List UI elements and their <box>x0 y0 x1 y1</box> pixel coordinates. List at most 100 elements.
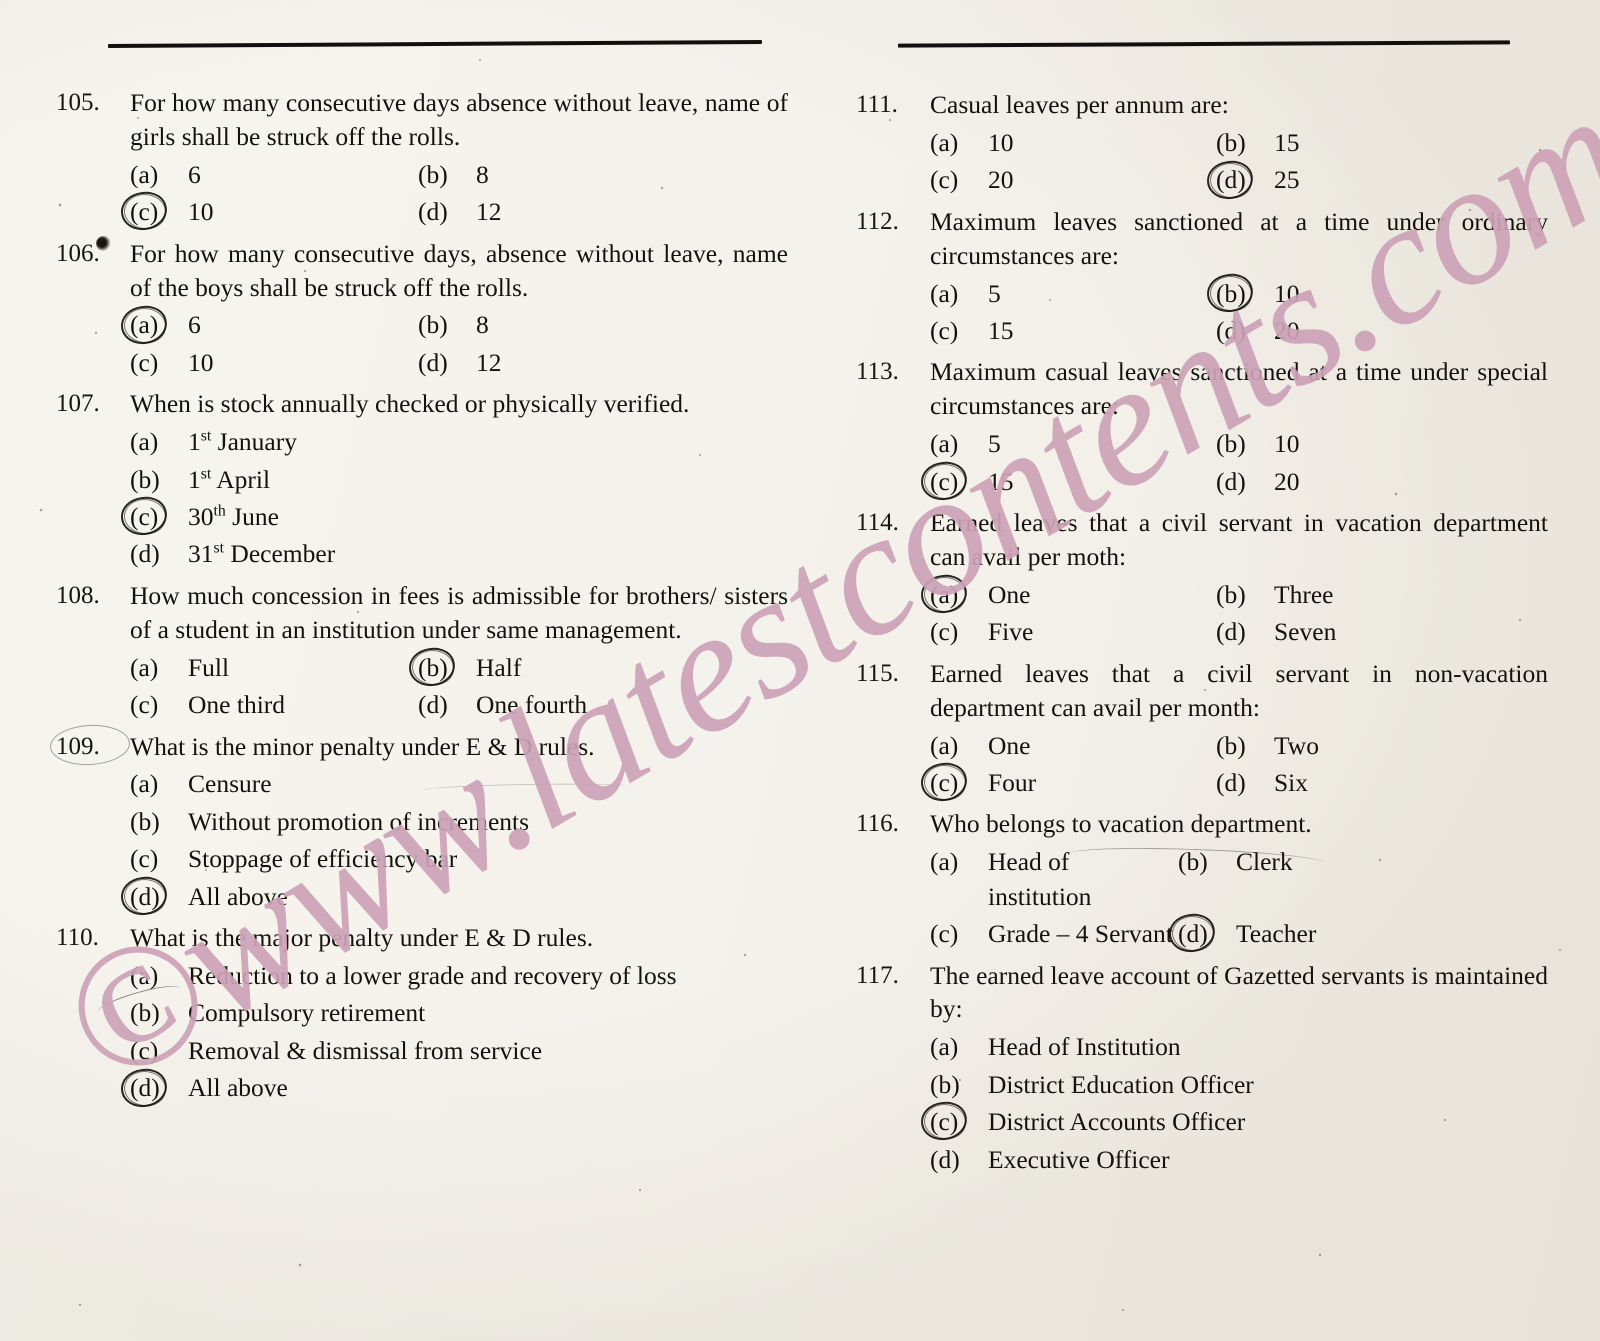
option[interactable]: (b) District Education Officer <box>930 1068 1548 1102</box>
question-header: 112. Maximum leaves sanctioned at a time … <box>848 205 1548 273</box>
option[interactable]: (b) 8 <box>418 158 489 192</box>
question-block: 107. When is stock annually checked or ph… <box>48 387 788 572</box>
option-label: (c) <box>930 1105 988 1139</box>
option[interactable]: (b) 1st April <box>130 463 788 497</box>
option[interactable]: (b) 10 <box>1216 427 1300 461</box>
option[interactable]: (d) One fourth <box>418 688 587 722</box>
option-list: (a) 10 (b) 15 (c) 20 (d) 25 <box>848 126 1548 198</box>
option[interactable]: (d) 20 <box>1216 465 1300 499</box>
option-row: (a) 5 (b) 10 <box>930 427 1548 461</box>
option-label: (c) <box>130 844 159 874</box>
option[interactable]: (a) Reduction to a lower grade and recove… <box>130 959 788 993</box>
option-label: (c) <box>930 919 959 949</box>
question-number: 113. <box>856 358 899 386</box>
option-row: (d) All above <box>130 1071 788 1105</box>
option[interactable]: (a) 10 <box>930 126 1216 160</box>
option[interactable]: (a) Head of Institution <box>930 1030 1548 1064</box>
option[interactable]: (b) Compulsory retirement <box>130 996 788 1030</box>
option-selected[interactable]: (d) Teacher <box>1178 917 1316 951</box>
option-selected[interactable]: (a) 6 <box>130 308 418 342</box>
option-row: (c) District Accounts Officer <box>930 1105 1548 1139</box>
question-number: 114. <box>856 509 899 537</box>
option[interactable]: (b) Two <box>1216 729 1319 763</box>
option[interactable]: (a) One <box>930 729 1216 763</box>
option-selected[interactable]: (c) District Accounts Officer <box>930 1105 1548 1139</box>
option-value: District Education Officer <box>988 1069 1254 1099</box>
option-label: (a) <box>930 429 959 459</box>
option[interactable]: (a) 5 <box>930 427 1216 461</box>
option[interactable]: (b) 15 <box>1216 126 1300 160</box>
option-value: 6 <box>188 310 201 340</box>
option-selected[interactable]: (c) Four <box>930 766 1216 800</box>
option[interactable]: (a) Full <box>130 651 418 685</box>
option[interactable]: (c) 15 <box>930 314 1216 348</box>
option-selected[interactable]: (d) All above <box>130 1071 788 1105</box>
option-list: (a) 6 (b) 8 (c) 10 (d) 12 <box>48 158 788 230</box>
question-header: 113. Maximum casual leaves sanctioned at … <box>848 355 1548 423</box>
option-value: Half <box>476 652 522 682</box>
question-text: Maximum leaves sanctioned at a time unde… <box>930 206 1548 270</box>
option-label: (c) <box>130 347 159 377</box>
option[interactable]: (c) 20 <box>930 163 1216 197</box>
option[interactable]: (c) 10 <box>130 346 418 380</box>
option[interactable]: (d) 12 <box>418 195 502 229</box>
option-selected[interactable]: (b) Half <box>418 651 521 685</box>
option-value: Head of institution <box>988 847 1092 911</box>
option-row: (c) 10 (d) 12 <box>130 195 788 229</box>
option-selected[interactable]: (b) 10 <box>1216 277 1300 311</box>
question-number: 110. <box>56 924 99 952</box>
option-value: 15 <box>988 315 1014 345</box>
option-label: (b) <box>1216 579 1246 609</box>
question-number: 105. <box>56 89 100 116</box>
option-selected[interactable]: (c) 10 <box>130 195 418 229</box>
option-row: (a) Head of institution (b) Clerk <box>930 845 1548 914</box>
option[interactable]: (b) 8 <box>418 308 489 342</box>
option-value: Five <box>988 617 1034 647</box>
question-block: 113. Maximum casual leaves sanctioned at … <box>848 355 1548 499</box>
option-value: 8 <box>476 159 489 189</box>
option[interactable]: (c) Grade – 4 Servant <box>930 917 1178 951</box>
option-selected[interactable]: (a) One <box>930 578 1216 612</box>
question-block: 105. For how many consecutive days absenc… <box>48 86 788 230</box>
option[interactable]: (a) 1st January <box>130 425 788 459</box>
option-selected[interactable]: (d) All above <box>130 880 788 914</box>
option-label: (a) <box>130 961 159 991</box>
option-row: (c) Four (d) Six <box>930 766 1548 800</box>
option-row: (c) Five (d) Seven <box>930 615 1548 649</box>
option[interactable]: (d) 20 <box>1216 314 1300 348</box>
option-selected[interactable]: (c) 15 <box>930 465 1216 499</box>
option-value: One <box>988 730 1031 760</box>
option[interactable]: (d) Seven <box>1216 615 1336 649</box>
option-label: (b) <box>1216 127 1246 157</box>
option[interactable]: (b) Three <box>1216 578 1333 612</box>
option-row: (a) 10 (b) 15 <box>930 126 1548 160</box>
option-row: (a) Full (b) Half <box>130 651 788 685</box>
option-value: 12 <box>476 347 502 377</box>
option-value: 15 <box>988 466 1014 496</box>
option[interactable]: (c) Removal & dismissal from service <box>130 1034 788 1068</box>
option-row: (a) Head of Institution <box>930 1030 1548 1064</box>
option[interactable]: (b) Without promotion of increments <box>130 805 788 839</box>
option[interactable]: (c) Stoppage of efficiency bar <box>130 842 788 876</box>
option-selected[interactable]: (c) 30th June <box>130 500 788 534</box>
option[interactable]: (d) Executive Officer <box>930 1143 1548 1177</box>
option-row: (c) 10 (d) 12 <box>130 346 788 380</box>
question-block: 112. Maximum leaves sanctioned at a time … <box>848 205 1548 349</box>
option-selected[interactable]: (d) 25 <box>1216 163 1300 197</box>
option[interactable]: (a) 6 <box>130 158 418 192</box>
option-row: (c) One third (d) One fourth <box>130 688 788 722</box>
option[interactable]: (c) Five <box>930 615 1216 649</box>
option[interactable]: (a) Censure <box>130 767 788 801</box>
option[interactable]: (d) 31st December <box>130 537 788 571</box>
option[interactable]: (a) 5 <box>930 277 1216 311</box>
option-label: (b) <box>130 806 160 836</box>
option[interactable]: (b) Clerk <box>1178 845 1293 914</box>
option-value: All above <box>188 1073 288 1103</box>
option[interactable]: (d) 12 <box>418 346 502 380</box>
option-value: Grade – 4 Servant <box>988 919 1173 949</box>
option[interactable]: (c) One third <box>130 688 418 722</box>
option-list: (a) One (b) Two (c) Four (d) Six <box>848 729 1548 801</box>
option[interactable]: (d) Six <box>1216 766 1308 800</box>
ink-smudge <box>96 235 111 251</box>
option[interactable]: (a) Head of institution <box>930 845 1178 914</box>
